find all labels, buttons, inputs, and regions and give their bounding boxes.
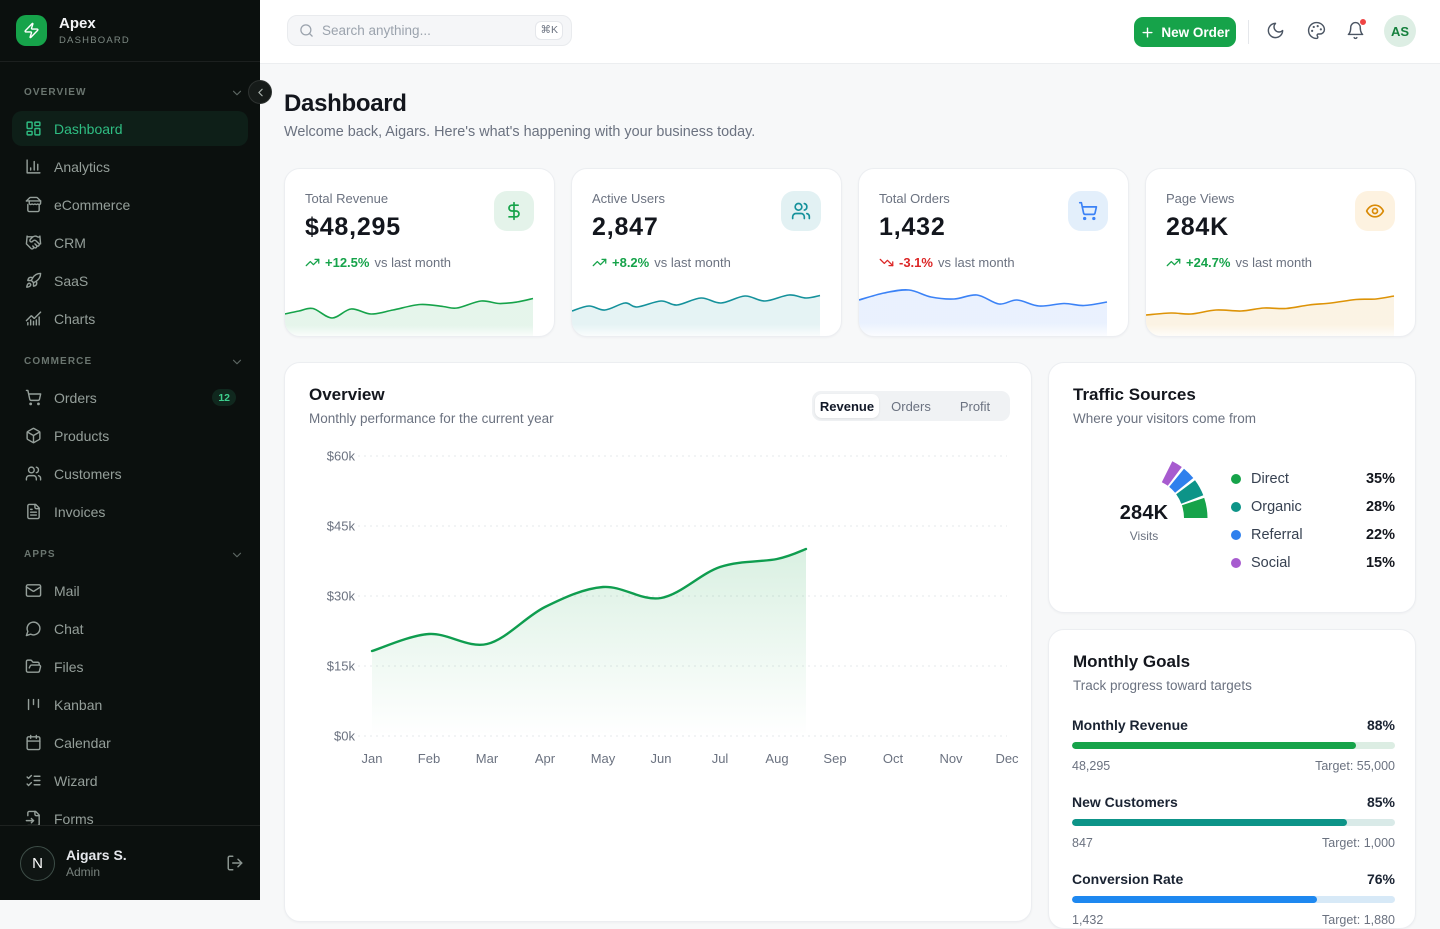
svg-text:Jan: Jan: [362, 751, 383, 766]
svg-text:$60k: $60k: [327, 449, 356, 464]
svg-text:$0k: $0k: [334, 729, 355, 744]
svg-text:Apr: Apr: [535, 751, 556, 766]
svg-text:$30k: $30k: [327, 589, 356, 604]
svg-text:Aug: Aug: [765, 751, 788, 766]
svg-text:Oct: Oct: [883, 751, 904, 766]
svg-text:$45k: $45k: [327, 519, 356, 534]
svg-text:Dec: Dec: [995, 751, 1019, 766]
svg-text:Mar: Mar: [476, 751, 499, 766]
svg-text:$15k: $15k: [327, 659, 356, 674]
svg-text:Nov: Nov: [939, 751, 963, 766]
svg-text:Feb: Feb: [418, 751, 440, 766]
svg-text:Jul: Jul: [712, 751, 729, 766]
svg-text:Sep: Sep: [823, 751, 846, 766]
svg-text:Jun: Jun: [651, 751, 672, 766]
svg-text:May: May: [591, 751, 616, 766]
